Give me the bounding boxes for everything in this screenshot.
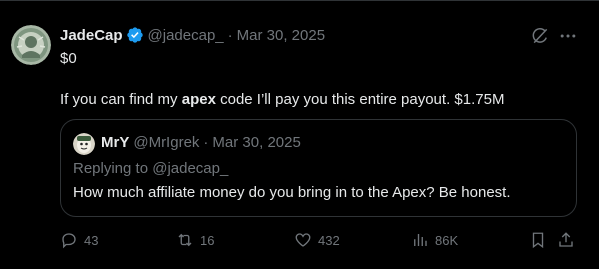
- views-button[interactable]: 86K: [411, 230, 458, 250]
- tweet-text-line2: If you can find my apex code I’ll pay yo…: [60, 90, 504, 110]
- tweet-date[interactable]: Mar 30, 2025: [237, 27, 325, 44]
- top-divider: [0, 0, 599, 1]
- tweet-text-bold: apex: [181, 91, 216, 108]
- repost-icon: [178, 233, 192, 247]
- repost-count: 16: [200, 232, 215, 248]
- bookmark-icon: [532, 232, 544, 249]
- quoted-date[interactable]: Mar 30, 2025: [212, 134, 300, 151]
- quoted-text: How much affiliate money do you bring in…: [73, 184, 511, 201]
- quoted-author-avatar[interactable]: [73, 133, 95, 155]
- like-icon: [295, 233, 311, 247]
- views-icon: [414, 234, 427, 246]
- reply-icon: [62, 233, 76, 249]
- quoted-author-handle[interactable]: @MrIgrek: [133, 134, 199, 151]
- repost-button[interactable]: 16: [176, 230, 214, 250]
- author-avatar[interactable]: [11, 25, 51, 65]
- like-count: 432: [318, 232, 340, 248]
- author-handle[interactable]: @jadecap_: [148, 27, 224, 44]
- quoted-tweet-card[interactable]: MrY @MrIgrek · Mar 30, 2025 Replying to …: [60, 119, 577, 217]
- reply-button[interactable]: 43: [60, 230, 98, 250]
- verified-badge-icon: [126, 27, 143, 43]
- tweet-text-post: code I’ll pay you this entire payout. $1…: [215, 91, 505, 108]
- more-icon[interactable]: [558, 26, 578, 46]
- reply-count: 43: [84, 232, 99, 248]
- tweet-text-line1: $0: [60, 50, 77, 67]
- quoted-separator-dot: ·: [203, 134, 209, 151]
- author-name[interactable]: JadeCap: [60, 27, 123, 44]
- like-button[interactable]: 432: [294, 230, 340, 250]
- replying-prefix: Replying to: [73, 160, 153, 177]
- action-bar: 43 16 432 86K: [60, 230, 580, 250]
- share-icon: [559, 232, 573, 247]
- bookmark-button[interactable]: [529, 230, 547, 250]
- tweet-header: JadeCap @jadecap_ · Mar 30, 2025: [60, 25, 325, 45]
- replying-handle[interactable]: @jadecap_: [152, 160, 228, 177]
- separator-dot: ·: [227, 26, 233, 44]
- tweet-text-pre: If you can find my: [60, 91, 182, 108]
- quoted-header: MrY @MrIgrek · Mar 30, 2025: [101, 134, 301, 151]
- replying-to: Replying to @jadecap_: [73, 160, 228, 177]
- share-button[interactable]: [557, 230, 575, 250]
- grok-icon[interactable]: [530, 26, 550, 46]
- quoted-author-name[interactable]: MrY: [101, 134, 129, 151]
- views-count: 86K: [435, 232, 459, 248]
